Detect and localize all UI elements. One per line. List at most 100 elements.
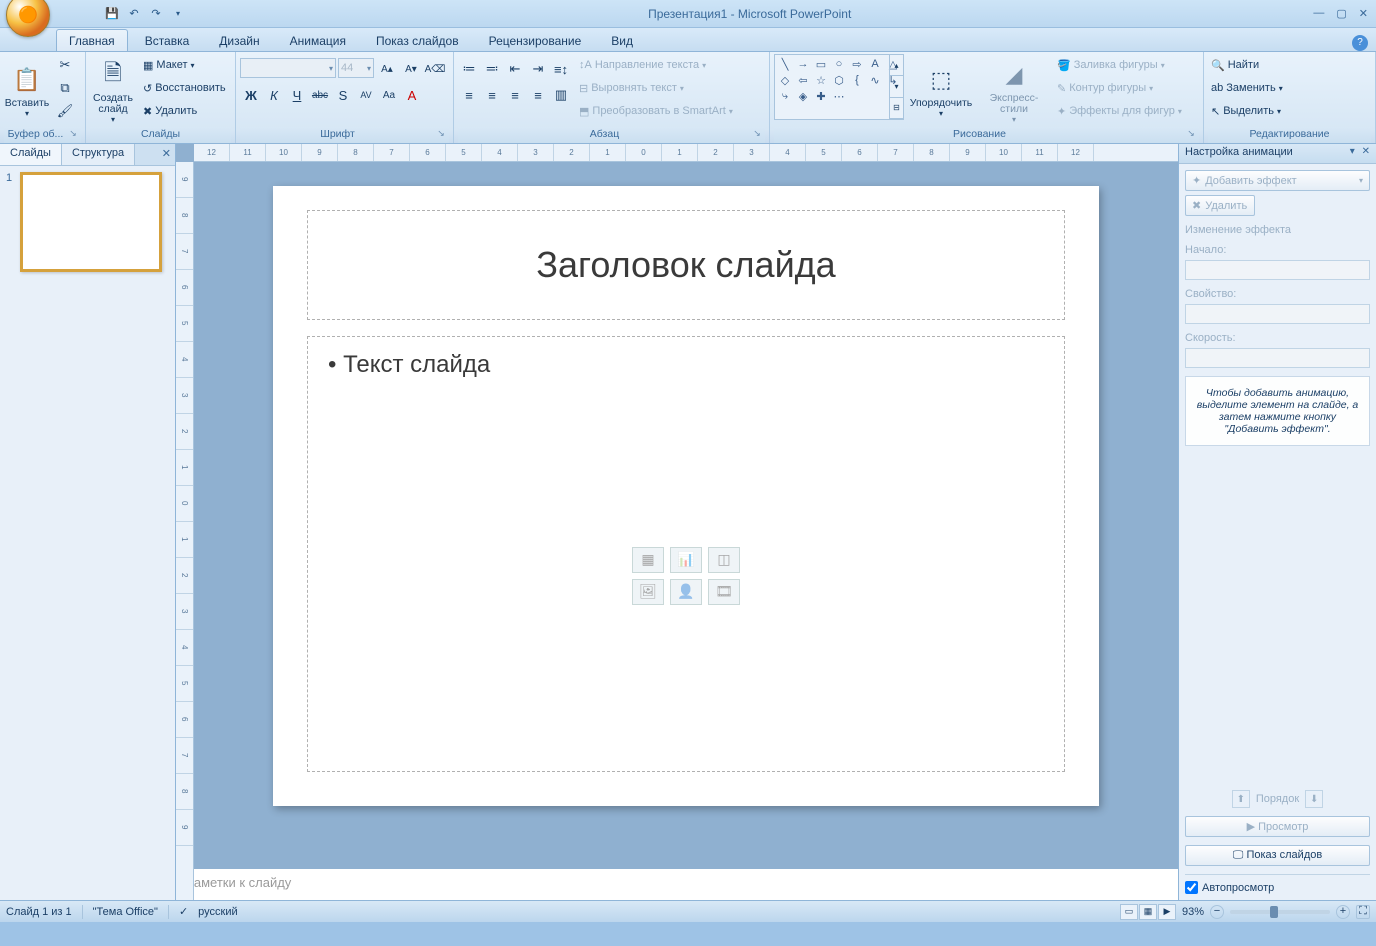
insert-clipart-icon[interactable]: 👤 (670, 579, 702, 605)
horizontal-ruler[interactable]: 1211109876543210123456789101112 (194, 144, 1178, 162)
reorder-down-button[interactable]: ⬇ (1305, 790, 1323, 808)
change-case-button[interactable]: Aa (378, 84, 400, 106)
add-effect-button[interactable]: ✦Добавить эффект▾ (1185, 170, 1370, 191)
shape-more-icon[interactable]: ⋯ (831, 89, 847, 103)
insert-picture-icon[interactable]: 🖼 (632, 579, 664, 605)
property-combo[interactable] (1185, 304, 1370, 324)
tab-design[interactable]: Дизайн (206, 29, 272, 51)
zoom-in-button[interactable]: + (1336, 905, 1350, 919)
sorter-view-button[interactable]: ▦ (1139, 904, 1157, 920)
align-left-button[interactable]: ≡ (458, 84, 480, 106)
shape-outline-button[interactable]: ✎Контур фигуры▾ (1054, 77, 1185, 99)
shape-diamond-icon[interactable]: ◇ (777, 73, 793, 87)
shape-text-icon[interactable]: A (867, 57, 883, 71)
play-button[interactable]: ▶ Просмотр (1185, 816, 1370, 837)
copy-button[interactable]: ⧉ (54, 77, 76, 99)
canvas[interactable]: Заголовок слайда Текст слайда ▦ 📊 ◫ 🖼 👤 … (194, 162, 1178, 866)
pane-tab-outline[interactable]: Структура (62, 144, 135, 165)
drawing-launcher[interactable]: ↘ (1185, 128, 1197, 140)
gal-more-icon[interactable]: ⊟ (890, 98, 903, 119)
char-spacing-button[interactable]: AV (355, 84, 377, 106)
clipboard-launcher[interactable]: ↘ (67, 128, 79, 140)
normal-view-button[interactable]: ▭ (1120, 904, 1138, 920)
slide-thumbnail-1[interactable]: 1 (6, 172, 169, 272)
smartart-button[interactable]: ⬒Преобразовать в SmartArt▾ (576, 100, 736, 122)
zoom-out-button[interactable]: − (1210, 905, 1224, 919)
strike-button[interactable]: abc (309, 84, 331, 106)
shape-star-icon[interactable]: ☆ (813, 73, 829, 87)
help-icon[interactable]: ? (1352, 35, 1368, 51)
paragraph-launcher[interactable]: ↘ (751, 128, 763, 140)
status-language[interactable]: русский (198, 906, 237, 918)
bold-button[interactable]: Ж (240, 84, 262, 106)
pane-tab-slides[interactable]: Слайды (0, 144, 62, 165)
pane-close-icon[interactable]: ✕ (162, 147, 171, 160)
spellcheck-icon[interactable]: ✓ (179, 905, 188, 918)
gal-down-icon[interactable]: ▾ (890, 76, 903, 97)
shape-hex-icon[interactable]: ⬡ (831, 73, 847, 87)
font-color-button[interactable]: A (401, 84, 423, 106)
gal-up-icon[interactable]: ▴ (890, 55, 903, 76)
grow-font-button[interactable]: A▴ (376, 58, 398, 80)
italic-button[interactable]: К (263, 84, 285, 106)
minimize-button[interactable]: — (1313, 7, 1324, 20)
dec-indent-button[interactable]: ⇤ (504, 58, 526, 80)
redo-icon[interactable]: ↷ (148, 6, 164, 22)
shape-arrow2-icon[interactable]: ⇨ (849, 57, 865, 71)
zoom-slider[interactable] (1230, 910, 1330, 914)
shape-curve-icon[interactable]: ∿ (867, 73, 883, 87)
font-size-combo[interactable]: 44▾ (338, 58, 374, 78)
anim-pane-menu-icon[interactable]: ▾ (1350, 146, 1357, 157)
tab-view[interactable]: Вид (598, 29, 646, 51)
slideshow-button[interactable]: 🖵 Показ слайдов (1185, 845, 1370, 866)
title-placeholder[interactable]: Заголовок слайда (307, 210, 1065, 320)
arrange-button[interactable]: ⬚ Упорядочить▾ (908, 54, 974, 124)
shape-arrow-icon[interactable]: → (795, 57, 811, 71)
new-slide-button[interactable]: 🗎 Создать слайд ▾ (90, 54, 136, 124)
tab-review[interactable]: Рецензирование (476, 29, 595, 51)
layout-button[interactable]: ▦Макет▾ (140, 54, 229, 76)
paste-button[interactable]: 📋 Вставить ▾ (4, 54, 50, 124)
reorder-up-button[interactable]: ⬆ (1232, 790, 1250, 808)
slideshow-view-button[interactable]: ▶ (1158, 904, 1176, 920)
clear-format-button[interactable]: A⌫ (424, 58, 446, 80)
tab-insert[interactable]: Вставка (132, 29, 203, 51)
cut-button[interactable]: ✂ (54, 54, 76, 76)
align-center-button[interactable]: ≡ (481, 84, 503, 106)
content-placeholder[interactable]: Текст слайда ▦ 📊 ◫ 🖼 👤 🎞 (307, 336, 1065, 772)
shape-fill-button[interactable]: 🪣Заливка фигуры▾ (1054, 54, 1185, 76)
status-theme[interactable]: "Тема Office" (93, 906, 158, 918)
columns-button[interactable]: ▥ (550, 84, 572, 106)
shape-effects-button[interactable]: ✦Эффекты для фигур▾ (1054, 100, 1185, 122)
inc-indent-button[interactable]: ⇥ (527, 58, 549, 80)
undo-icon[interactable]: ↶ (126, 6, 142, 22)
font-name-combo[interactable]: ▾ (240, 58, 336, 78)
shrink-font-button[interactable]: A▾ (400, 58, 422, 80)
shape-conn2-icon[interactable]: ⤷ (777, 89, 793, 103)
insert-smartart-icon[interactable]: ◫ (708, 547, 740, 573)
shadow-button[interactable]: S (332, 84, 354, 106)
bullets-button[interactable]: ≔ (458, 58, 480, 80)
vertical-ruler[interactable]: 9876543210123456789 (176, 162, 194, 900)
zoom-percent[interactable]: 93% (1182, 906, 1204, 918)
replace-button[interactable]: abЗаменить▾ (1208, 77, 1286, 99)
numbering-button[interactable]: ≕ (481, 58, 503, 80)
justify-button[interactable]: ≡ (527, 84, 549, 106)
reset-button[interactable]: ↺Восстановить (140, 77, 229, 99)
start-combo[interactable] (1185, 260, 1370, 280)
font-launcher[interactable]: ↘ (435, 128, 447, 140)
shape-oval-icon[interactable]: ○ (831, 57, 847, 71)
fit-button[interactable]: ⛶ (1356, 905, 1370, 919)
align-right-button[interactable]: ≡ (504, 84, 526, 106)
speed-combo[interactable] (1185, 348, 1370, 368)
autopreview-checkbox[interactable] (1185, 881, 1198, 894)
remove-effect-button[interactable]: ✖Удалить (1185, 195, 1255, 216)
format-painter-button[interactable]: 🖌 (54, 100, 76, 122)
shape-plus-icon[interactable]: ✚ (813, 89, 829, 103)
maximize-button[interactable]: ▢ (1336, 7, 1346, 20)
find-button[interactable]: 🔍Найти (1208, 54, 1286, 76)
insert-media-icon[interactable]: 🎞 (708, 579, 740, 605)
shape-brace-icon[interactable]: { (849, 73, 865, 87)
shape-arrow3-icon[interactable]: ⇦ (795, 73, 811, 87)
underline-button[interactable]: Ч (286, 84, 308, 106)
